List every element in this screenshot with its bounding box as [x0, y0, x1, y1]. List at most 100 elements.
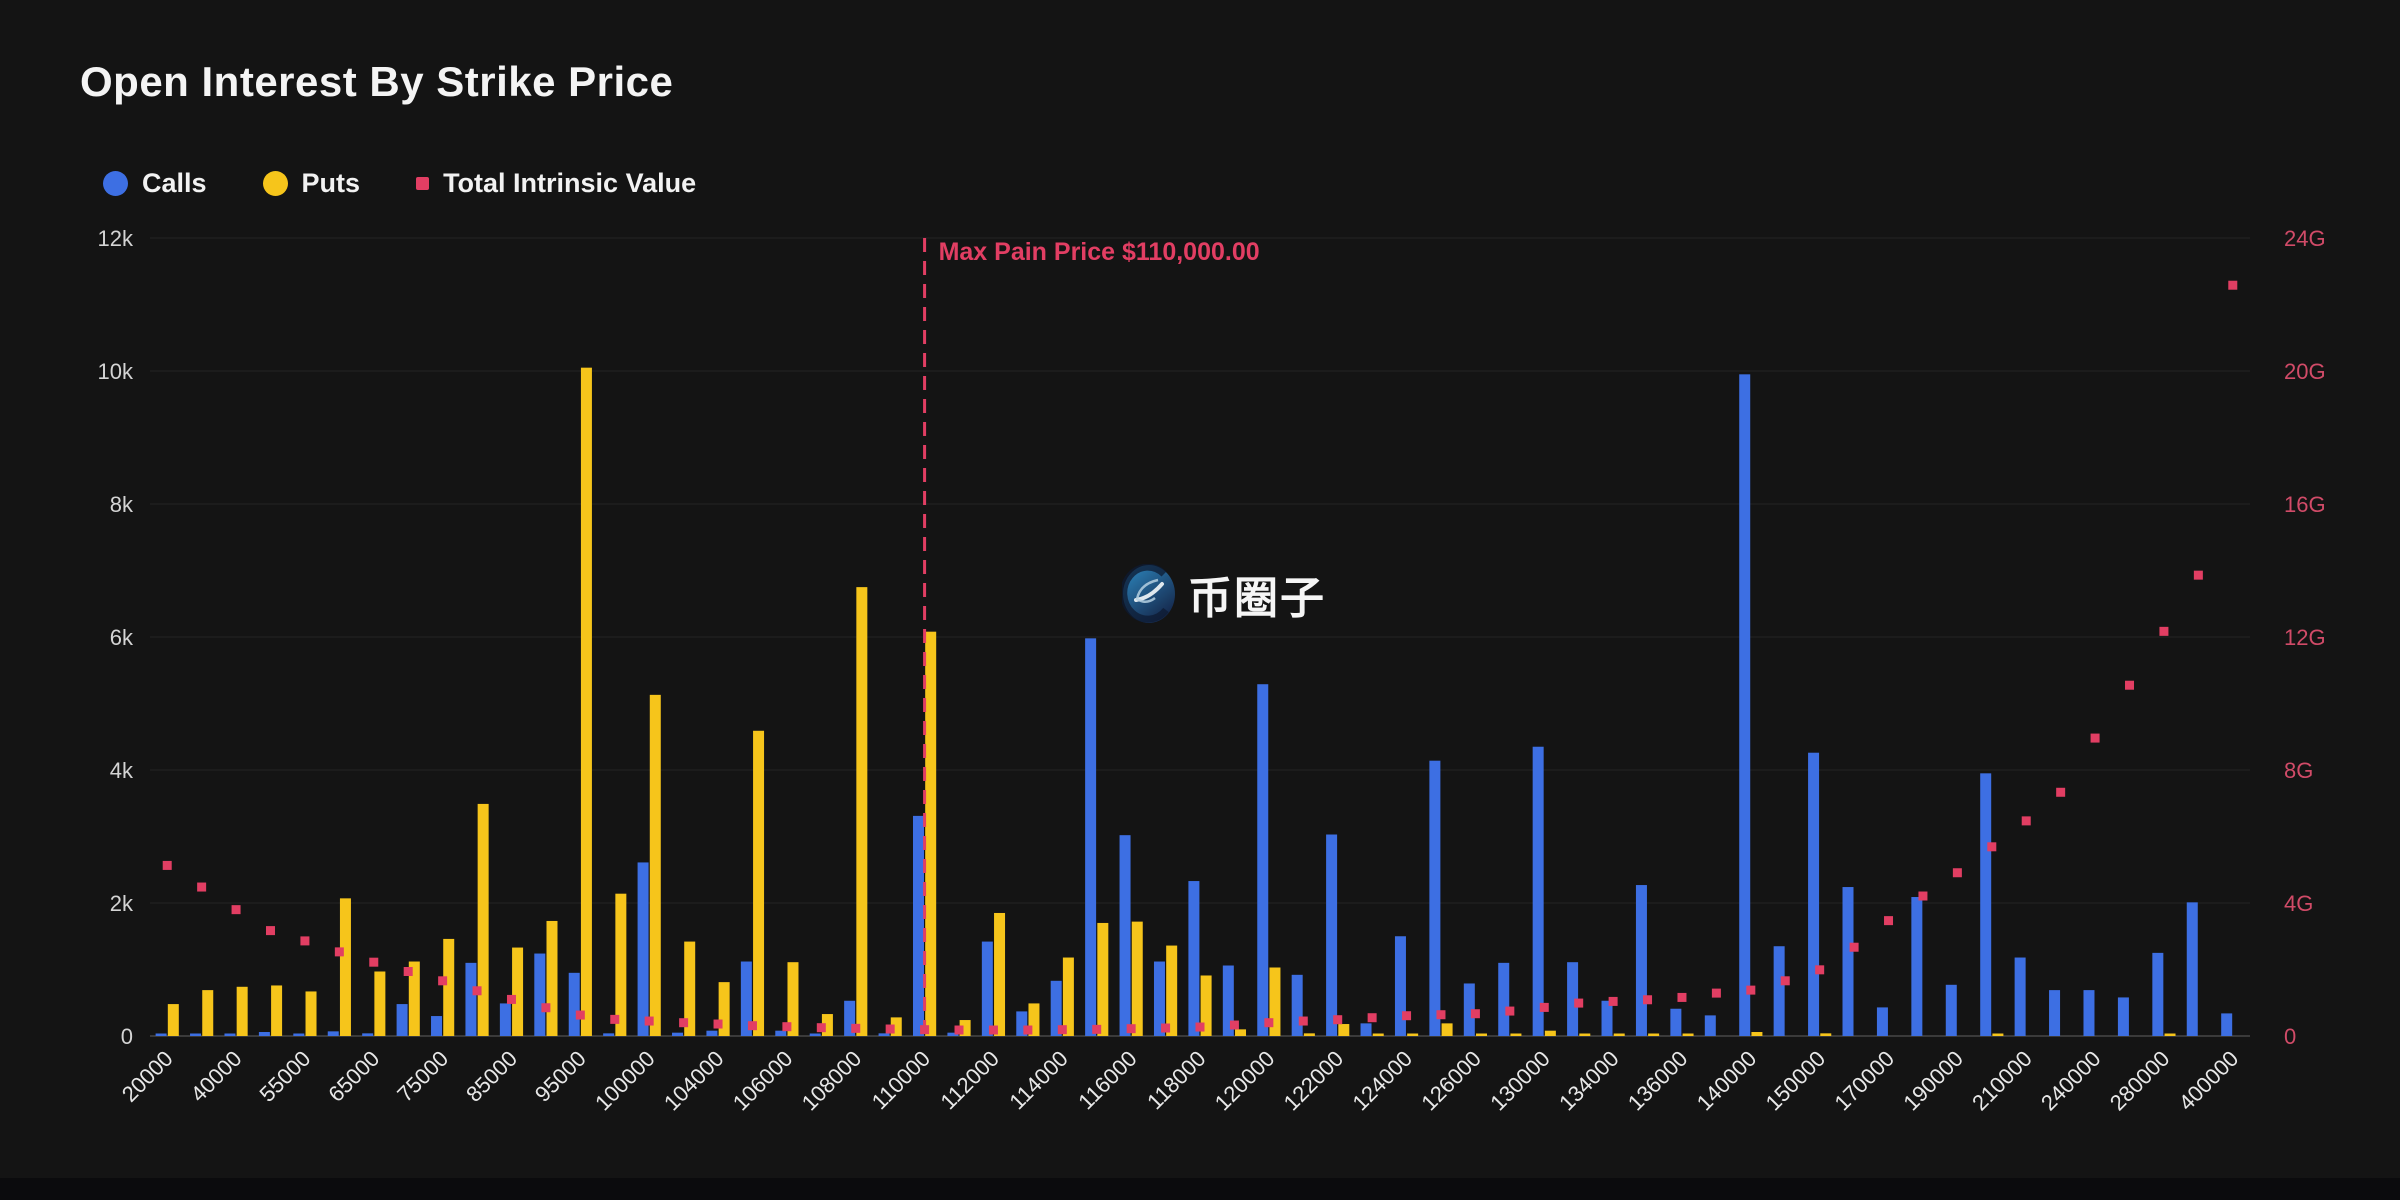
- puts-bar[interactable]: [1476, 1033, 1488, 1037]
- intrinsic-value-marker[interactable]: [644, 1016, 654, 1026]
- puts-bar[interactable]: [753, 730, 765, 1036]
- calls-bar[interactable]: [293, 1033, 305, 1037]
- puts-bar[interactable]: [856, 587, 868, 1036]
- puts-bar[interactable]: [202, 990, 214, 1036]
- puts-bar[interactable]: [339, 898, 351, 1036]
- calls-bar[interactable]: [327, 1031, 339, 1036]
- intrinsic-value-marker[interactable]: [610, 1014, 620, 1024]
- calls-bar[interactable]: [775, 1030, 787, 1036]
- calls-bar[interactable]: [568, 972, 580, 1036]
- intrinsic-value-marker[interactable]: [334, 947, 344, 957]
- calls-bar[interactable]: [981, 941, 993, 1036]
- calls-bar[interactable]: [878, 1033, 890, 1036]
- calls-bar[interactable]: [1360, 1023, 1372, 1036]
- calls-bar[interactable]: [155, 1033, 167, 1037]
- intrinsic-value-marker[interactable]: [438, 976, 448, 986]
- puts-bar[interactable]: [925, 631, 937, 1036]
- intrinsic-value-marker[interactable]: [1849, 942, 1859, 952]
- puts-bar[interactable]: [1544, 1030, 1556, 1036]
- calls-bar[interactable]: [431, 1016, 443, 1036]
- intrinsic-value-marker[interactable]: [403, 966, 413, 976]
- intrinsic-value-marker[interactable]: [1436, 1010, 1446, 1020]
- calls-bar[interactable]: [1257, 684, 1269, 1036]
- calls-bar[interactable]: [1601, 1000, 1613, 1036]
- puts-bar[interactable]: [1441, 1023, 1453, 1036]
- calls-bar[interactable]: [1911, 897, 1923, 1036]
- puts-bar[interactable]: [1820, 1033, 1832, 1036]
- calls-bar[interactable]: [1188, 881, 1200, 1036]
- intrinsic-value-marker[interactable]: [1333, 1015, 1343, 1025]
- puts-bar[interactable]: [236, 986, 248, 1036]
- intrinsic-value-marker[interactable]: [1677, 992, 1687, 1002]
- intrinsic-value-marker[interactable]: [988, 1025, 998, 1035]
- calls-bar[interactable]: [1945, 984, 1957, 1036]
- intrinsic-value-marker[interactable]: [1987, 842, 1997, 852]
- puts-bar[interactable]: [1235, 1029, 1247, 1036]
- intrinsic-value-marker[interactable]: [1470, 1009, 1480, 1019]
- calls-bar[interactable]: [190, 1033, 202, 1037]
- intrinsic-value-marker[interactable]: [1402, 1011, 1412, 1021]
- puts-bar[interactable]: [512, 947, 524, 1036]
- intrinsic-value-marker[interactable]: [1229, 1020, 1239, 1030]
- calls-bar[interactable]: [2186, 902, 2198, 1036]
- calls-bar[interactable]: [396, 1004, 408, 1036]
- puts-bar[interactable]: [1682, 1033, 1694, 1037]
- calls-bar[interactable]: [1808, 752, 1820, 1036]
- puts-bar[interactable]: [167, 1004, 179, 1036]
- calls-bar[interactable]: [534, 953, 546, 1036]
- intrinsic-value-marker[interactable]: [782, 1022, 792, 1032]
- intrinsic-value-marker[interactable]: [2125, 680, 2135, 690]
- calls-bar[interactable]: [1326, 834, 1338, 1036]
- intrinsic-value-marker[interactable]: [541, 1003, 551, 1013]
- intrinsic-value-marker[interactable]: [1780, 976, 1790, 986]
- calls-bar[interactable]: [1635, 885, 1647, 1036]
- intrinsic-value-marker[interactable]: [1092, 1024, 1102, 1034]
- intrinsic-value-marker[interactable]: [1815, 965, 1825, 975]
- puts-bar[interactable]: [1303, 1033, 1315, 1036]
- puts-bar[interactable]: [1510, 1033, 1522, 1037]
- calls-bar[interactable]: [912, 815, 924, 1036]
- calls-bar[interactable]: [2049, 990, 2061, 1036]
- intrinsic-value-marker[interactable]: [1023, 1025, 1033, 1035]
- intrinsic-value-marker[interactable]: [1505, 1006, 1515, 1016]
- puts-bar[interactable]: [580, 367, 592, 1036]
- calls-bar[interactable]: [2014, 957, 2026, 1036]
- puts-bar[interactable]: [1579, 1033, 1591, 1037]
- calls-bar[interactable]: [603, 1033, 615, 1036]
- intrinsic-value-marker[interactable]: [1746, 985, 1756, 995]
- calls-bar[interactable]: [672, 1032, 684, 1036]
- puts-bar[interactable]: [477, 803, 489, 1036]
- calls-bar[interactable]: [362, 1033, 374, 1036]
- puts-bar[interactable]: [1166, 945, 1178, 1036]
- calls-bar[interactable]: [637, 862, 649, 1036]
- puts-bar[interactable]: [1097, 922, 1109, 1036]
- calls-bar[interactable]: [1394, 936, 1406, 1036]
- intrinsic-value-marker[interactable]: [1918, 891, 1928, 901]
- calls-bar[interactable]: [1085, 638, 1097, 1036]
- intrinsic-value-marker[interactable]: [885, 1024, 895, 1034]
- intrinsic-value-marker[interactable]: [265, 926, 275, 936]
- calls-bar[interactable]: [465, 962, 477, 1036]
- puts-bar[interactable]: [994, 912, 1006, 1036]
- calls-bar[interactable]: [1429, 760, 1441, 1036]
- intrinsic-value-marker[interactable]: [2159, 626, 2169, 636]
- calls-bar[interactable]: [1842, 887, 1854, 1036]
- intrinsic-value-marker[interactable]: [1539, 1002, 1549, 1012]
- intrinsic-value-marker[interactable]: [2056, 787, 2066, 797]
- intrinsic-value-marker[interactable]: [1298, 1016, 1308, 1026]
- calls-bar[interactable]: [1670, 1008, 1682, 1036]
- intrinsic-value-marker[interactable]: [1264, 1018, 1274, 1028]
- intrinsic-value-marker[interactable]: [713, 1019, 723, 1029]
- calls-bar[interactable]: [706, 1030, 718, 1036]
- calls-bar[interactable]: [224, 1033, 236, 1037]
- puts-bar[interactable]: [1648, 1033, 1660, 1037]
- puts-bar[interactable]: [1338, 1024, 1350, 1036]
- puts-bar[interactable]: [443, 938, 455, 1036]
- puts-bar[interactable]: [1062, 957, 1074, 1036]
- intrinsic-value-marker[interactable]: [162, 860, 172, 870]
- intrinsic-value-marker[interactable]: [300, 936, 310, 946]
- calls-bar[interactable]: [499, 1003, 511, 1036]
- intrinsic-value-marker[interactable]: [506, 994, 516, 1004]
- intrinsic-value-marker[interactable]: [1884, 916, 1894, 926]
- puts-bar[interactable]: [615, 893, 627, 1036]
